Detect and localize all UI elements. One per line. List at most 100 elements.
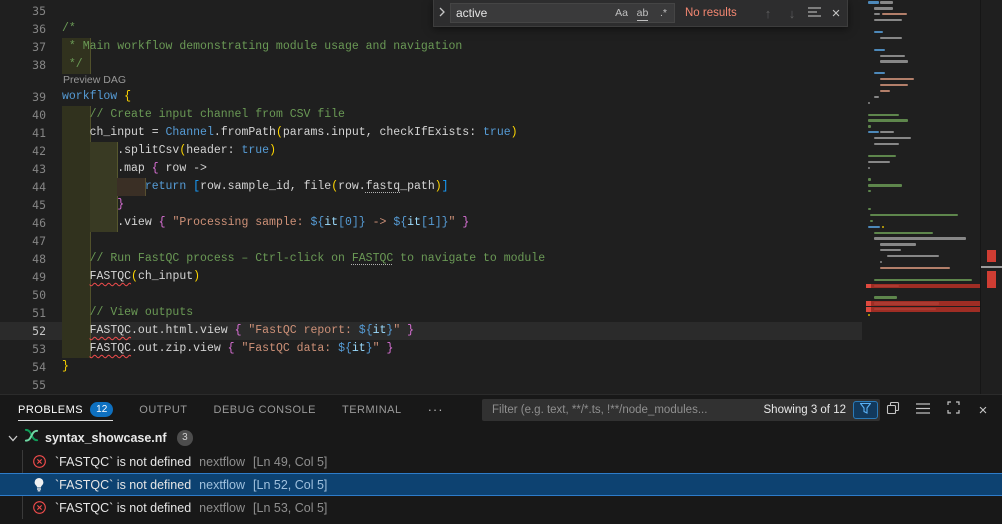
more-actions-button[interactable]: ··· bbox=[428, 402, 444, 417]
problem-source: nextflow bbox=[199, 501, 245, 515]
close-icon: × bbox=[832, 5, 841, 22]
view-as-table-button[interactable] bbox=[914, 401, 932, 419]
close-find-widget-button[interactable]: × bbox=[825, 2, 847, 24]
problem-source: nextflow bbox=[199, 455, 245, 469]
code-line-45[interactable]: 45 } bbox=[0, 196, 1002, 214]
code-text: FASTQC.out.html.view { "FastQC report: $… bbox=[62, 324, 414, 337]
code-line-44[interactable]: 44 return [row.sample_id, file(row.fastq… bbox=[0, 178, 1002, 196]
close-panel-button[interactable]: × bbox=[974, 401, 992, 419]
code-text: .splitCsv(header: true) bbox=[62, 144, 276, 157]
problem-location: [Ln 49, Col 5] bbox=[253, 455, 327, 469]
lightbulb-icon bbox=[31, 477, 47, 493]
code-line-47[interactable]: 47 bbox=[0, 232, 1002, 250]
arrow-down-icon: ↓ bbox=[789, 6, 796, 21]
line-number: 38 bbox=[0, 56, 46, 74]
code-line-41[interactable]: 41 ch_input = Channel.fromPath(params.in… bbox=[0, 124, 1002, 142]
code-text: * Main workflow demonstrating module usa… bbox=[62, 40, 462, 53]
problem-row[interactable]: `FASTQC` is not defined nextflow [Ln 49, C… bbox=[0, 450, 1002, 473]
line-number: 42 bbox=[0, 142, 46, 160]
code-line-54[interactable]: 54} bbox=[0, 358, 1002, 376]
code-line-48[interactable]: 48 // Run FastQC process – Ctrl-click on… bbox=[0, 250, 1002, 268]
file-name: syntax_showcase.nf bbox=[45, 431, 167, 445]
code-text: workflow { bbox=[62, 90, 131, 103]
line-number: 45 bbox=[0, 196, 46, 214]
code-editor[interactable]: 3536/*37 * Main workflow demonstrating m… bbox=[0, 0, 1002, 394]
find-results-count: No results bbox=[685, 7, 737, 19]
code-line-37[interactable]: 37 * Main workflow demonstrating module … bbox=[0, 38, 1002, 56]
vscode-window: 3536/*37 * Main workflow demonstrating m… bbox=[0, 0, 1002, 524]
previous-match-button[interactable]: ↑ bbox=[757, 2, 779, 24]
ruler-position-line bbox=[981, 266, 1002, 268]
toggle-replace-button[interactable] bbox=[434, 0, 450, 26]
code-text: FASTQC(ch_input) bbox=[62, 270, 200, 283]
line-number: 40 bbox=[0, 106, 46, 124]
bottom-panel: PROBLEMS 12 OUTPUT DEBUG CONSOLE TERMINAL ···… bbox=[0, 394, 1002, 524]
showing-count: Showing 3 of 12 bbox=[764, 404, 846, 416]
problem-message: `FASTQC` is not defined bbox=[55, 478, 191, 492]
tab-problems[interactable]: PROBLEMS 12 bbox=[18, 395, 113, 424]
arrow-up-icon: ↑ bbox=[765, 6, 772, 21]
code-line-38[interactable]: 38 */ bbox=[0, 56, 1002, 74]
find-input[interactable] bbox=[456, 6, 611, 20]
error-mark bbox=[987, 250, 996, 262]
find-in-selection-button[interactable] bbox=[803, 2, 825, 24]
minimap[interactable] bbox=[866, 0, 980, 394]
panel-toolbar: × bbox=[884, 399, 992, 421]
code-text: } bbox=[62, 198, 124, 211]
codelens-link[interactable]: Preview DAG bbox=[0, 74, 1002, 88]
code-line-50[interactable]: 50 bbox=[0, 286, 1002, 304]
tab-debug-console[interactable]: DEBUG CONSOLE bbox=[214, 395, 316, 424]
minimap-error-bar bbox=[866, 301, 980, 306]
problems-list: `FASTQC` is not defined nextflow [Ln 49, C… bbox=[0, 450, 1002, 519]
code-line-46[interactable]: 46 .view { "Processing sample: ${it[0]} … bbox=[0, 214, 1002, 232]
close-icon: × bbox=[979, 402, 988, 419]
code-text: .view { "Processing sample: ${it[0]} -> … bbox=[62, 216, 469, 229]
next-match-button[interactable]: ↓ bbox=[781, 2, 803, 24]
problems-file-group[interactable]: syntax_showcase.nf 3 bbox=[0, 427, 1002, 449]
collapse-all-button[interactable] bbox=[884, 401, 902, 419]
code-line-49[interactable]: 49 FASTQC(ch_input) bbox=[0, 268, 1002, 286]
overview-ruler[interactable] bbox=[980, 0, 1002, 394]
filter-funnel-button[interactable] bbox=[853, 401, 878, 419]
view-as-table-icon bbox=[916, 401, 930, 419]
problem-row[interactable]: `FASTQC` is not defined nextflow [Ln 53, C… bbox=[0, 496, 1002, 519]
line-number: 43 bbox=[0, 160, 46, 178]
problems-count-badge: 12 bbox=[90, 402, 113, 417]
problem-count-badge: 3 bbox=[177, 430, 194, 446]
tab-output[interactable]: OUTPUT bbox=[139, 395, 187, 424]
maximize-panel-icon bbox=[947, 401, 960, 419]
code-line-42[interactable]: 42 .splitCsv(header: true) bbox=[0, 142, 1002, 160]
find-widget: Aa ab .* No results ↑ ↓ × bbox=[433, 0, 848, 27]
code-line-51[interactable]: 51 // View outputs bbox=[0, 304, 1002, 322]
line-number: 36 bbox=[0, 20, 46, 38]
problem-location: [Ln 53, Col 5] bbox=[253, 501, 327, 515]
code-line-53[interactable]: 53 FASTQC.out.zip.view { "FastQC data: $… bbox=[0, 340, 1002, 358]
line-number: 37 bbox=[0, 38, 46, 56]
regex-toggle[interactable]: .* bbox=[653, 7, 674, 19]
code-line-39[interactable]: 39workflow { bbox=[0, 88, 1002, 106]
error-icon bbox=[31, 500, 47, 516]
code-line-43[interactable]: 43 .map { row -> bbox=[0, 160, 1002, 178]
code-line-52[interactable]: 52 FASTQC.out.html.view { "FastQC report… bbox=[0, 322, 1002, 340]
find-input-box: Aa ab .* bbox=[450, 3, 675, 23]
problem-row[interactable]: `FASTQC` is not definednextflow[Ln 52, C… bbox=[0, 473, 1002, 496]
tab-label: PROBLEMS bbox=[18, 404, 83, 416]
problem-message: `FASTQC` is not defined bbox=[55, 501, 191, 515]
filter-input[interactable] bbox=[490, 403, 757, 417]
problem-location: [Ln 52, Col 5] bbox=[253, 478, 327, 492]
code-lines: 3536/*37 * Main workflow demonstrating m… bbox=[0, 2, 1002, 394]
code-line-55[interactable]: 55 bbox=[0, 376, 1002, 394]
line-number: 44 bbox=[0, 178, 46, 196]
maximize-panel-button[interactable] bbox=[944, 401, 962, 419]
line-number: 35 bbox=[0, 2, 46, 20]
line-number: 54 bbox=[0, 358, 46, 376]
line-number: 47 bbox=[0, 232, 46, 250]
match-case-toggle[interactable]: Aa bbox=[611, 7, 632, 19]
code-text: } bbox=[62, 360, 69, 373]
whole-word-toggle[interactable]: ab bbox=[632, 7, 653, 19]
indent-highlight bbox=[62, 286, 91, 304]
problem-message: `FASTQC` is not defined bbox=[55, 455, 191, 469]
code-line-40[interactable]: 40 // Create input channel from CSV file bbox=[0, 106, 1002, 124]
line-number: 46 bbox=[0, 214, 46, 232]
tab-terminal[interactable]: TERMINAL bbox=[342, 395, 402, 424]
